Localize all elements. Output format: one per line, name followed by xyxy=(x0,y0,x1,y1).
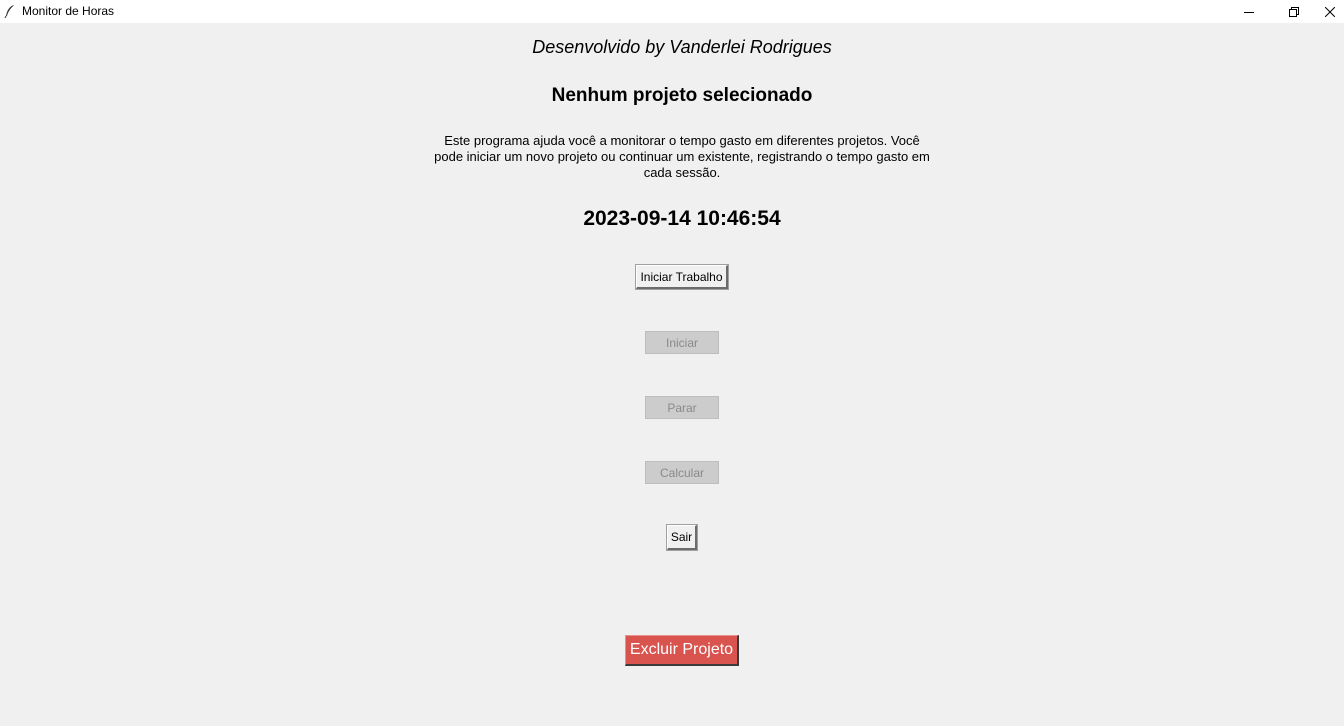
main-window-content: Desenvolvido by Vanderlei Rodrigues Nenh… xyxy=(0,23,1344,726)
program-description: Este programa ajuda você a monitorar o t… xyxy=(434,133,930,180)
window-title: Monitor de Horas xyxy=(22,4,115,18)
stop-button[interactable]: Parar xyxy=(645,396,719,419)
minimize-icon xyxy=(1244,11,1254,13)
restore-icon xyxy=(1289,6,1299,17)
calculate-button[interactable]: Calcular xyxy=(645,461,719,484)
start-work-button[interactable]: Iniciar Trabalho xyxy=(635,264,729,290)
minimize-button[interactable] xyxy=(1226,0,1272,23)
project-title: Nenhum projeto selecionado xyxy=(551,85,813,106)
developer-credit: Desenvolvido by Vanderlei Rodrigues xyxy=(532,37,832,57)
start-button[interactable]: Iniciar xyxy=(645,331,719,354)
exit-button[interactable]: Sair xyxy=(666,524,698,551)
delete-project-button[interactable]: Excluir Projeto xyxy=(625,635,739,666)
close-icon xyxy=(1325,6,1335,17)
restore-button[interactable] xyxy=(1271,0,1317,23)
current-datetime: 2023-09-14 10:46:54 xyxy=(583,207,781,230)
close-button[interactable] xyxy=(1316,0,1344,23)
feather-icon xyxy=(4,4,16,19)
window-titlebar: Monitor de Horas xyxy=(0,0,1344,23)
